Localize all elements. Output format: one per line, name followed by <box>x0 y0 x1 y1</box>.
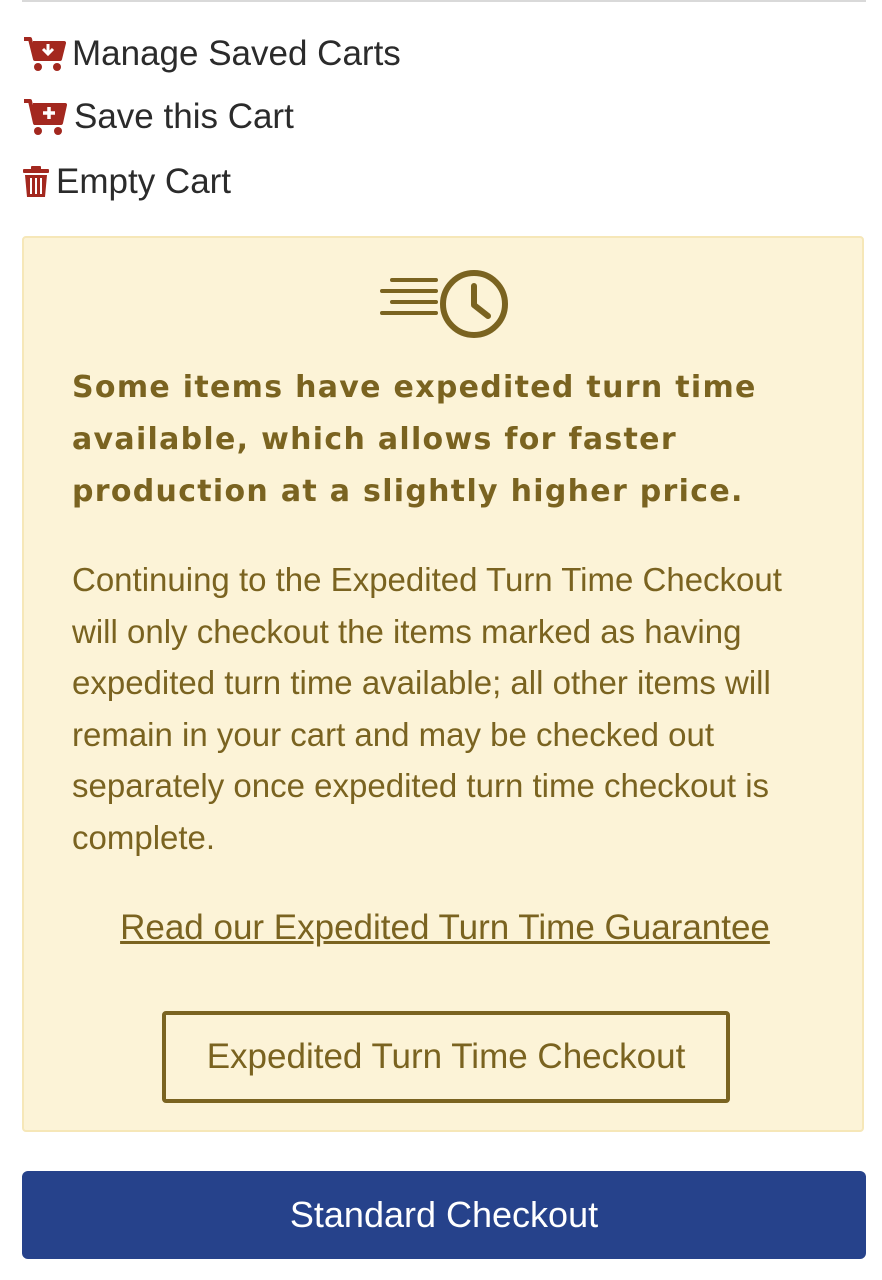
standard-checkout-button[interactable]: Standard Checkout <box>22 1171 866 1259</box>
cart-plus-icon <box>22 97 68 137</box>
expedited-checkout-button[interactable]: Expedited Turn Time Checkout <box>162 1011 730 1103</box>
expedite-heading: Some items have expedited turn time avai… <box>72 370 757 509</box>
manage-saved-carts-label: Manage Saved Carts <box>72 34 401 73</box>
manage-saved-carts-link[interactable]: Manage Saved Carts <box>22 30 401 78</box>
divider <box>22 0 866 2</box>
save-cart-link[interactable]: Save this Cart <box>22 93 294 141</box>
guarantee-link[interactable]: Read our Expedited Turn Time Guarantee <box>24 904 866 952</box>
expedite-description: Continuing to the Expedited Turn Time Ch… <box>72 561 782 856</box>
fast-clock-icon <box>380 266 512 340</box>
cart-page: Manage Saved Carts Save this Cart Empty … <box>0 0 882 1280</box>
trash-icon <box>22 165 50 199</box>
empty-cart-link[interactable]: Empty Cart <box>22 158 231 206</box>
expedited-turn-time-panel: Some items have expedited turn time avai… <box>22 236 864 1132</box>
empty-cart-label: Empty Cart <box>56 162 232 201</box>
save-cart-label: Save this Cart <box>74 97 294 136</box>
cart-download-icon <box>22 35 66 73</box>
